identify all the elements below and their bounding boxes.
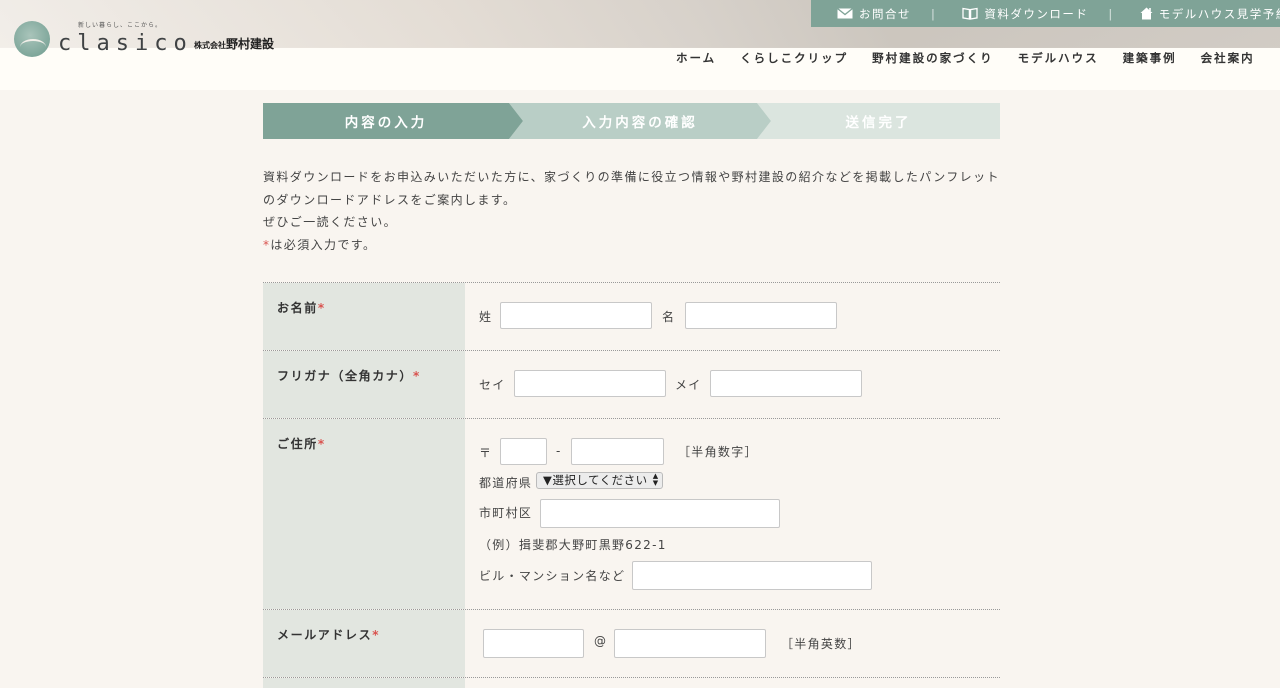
required-note: *は必須入力です。 (263, 234, 1003, 257)
email-at: @ (594, 634, 608, 648)
email-domain-input[interactable] (614, 629, 766, 658)
book-icon (962, 7, 979, 20)
form-steps: 内容の入力 入力内容の確認 送信完了 (263, 103, 1000, 139)
step-input: 内容の入力 (263, 103, 523, 139)
mei-kana-label: メイ (675, 378, 702, 392)
row-email: メールアドレス* @ ［半角英数］ (263, 609, 1000, 677)
sei-kana-label: セイ (479, 378, 506, 392)
nav-works[interactable]: 建築事例 (1123, 50, 1177, 66)
pref-select[interactable]: ▼選択してください ▲ ▼ (536, 472, 663, 489)
city-label: 市町村区 (479, 506, 533, 520)
model-house-link[interactable]: モデルハウス見学予約 (1114, 6, 1280, 22)
label-email: メールアドレス* (263, 610, 465, 677)
field-next (465, 678, 1000, 688)
email-note: ［半角英数］ (781, 637, 861, 651)
row-name: お名前* 姓 名 (263, 282, 1000, 350)
pref-label: 都道府県 (479, 476, 533, 490)
house-icon (1140, 7, 1153, 20)
intro-line-3: ぜひご一読ください。 (263, 215, 398, 229)
logo-text[interactable]: clasico (58, 31, 193, 56)
download-link[interactable]: 資料ダウンロード (936, 6, 1088, 22)
label-next (263, 678, 465, 688)
mail-icon (837, 8, 853, 19)
logo-tagline: 新しい暮らし、ここから。 (78, 22, 163, 29)
nav-company[interactable]: 会社案内 (1201, 50, 1255, 66)
download-form: お名前* 姓 名 フリガナ（全角カナ）* セイ メイ ご住所* 〒 - ［半角数… (263, 282, 1000, 688)
label-email-text: メールアドレス (277, 628, 373, 642)
building-label: ビル・マンション名など (479, 569, 626, 583)
field-kana: セイ メイ (465, 351, 1000, 418)
email-local-input[interactable] (483, 629, 584, 658)
top-link-separator: | (1108, 6, 1114, 21)
step-complete: 送信完了 (757, 103, 1000, 139)
required-mark: * (317, 437, 326, 451)
zip-second-input[interactable] (571, 438, 664, 465)
company-logo-name: 野村建設 (226, 37, 275, 51)
first-name-input[interactable] (685, 302, 837, 329)
sei-label: 姓 (479, 310, 493, 324)
row-kana: フリガナ（全角カナ）* セイ メイ (263, 350, 1000, 418)
address-example: （例）揖斐郡大野町黒野622-1 (479, 538, 667, 552)
required-mark: * (413, 369, 421, 383)
row-address: ご住所* 〒 - ［半角数字］ 都道府県 ▼選択してください ▲ ▼ 市町村区 （… (263, 418, 1000, 609)
label-name-text: お名前 (277, 301, 318, 315)
global-nav: ホーム くらしこクリップ 野村建設の家づくり モデルハウス 建築事例 会社案内 (676, 50, 1255, 66)
last-name-input[interactable] (500, 302, 652, 329)
field-address: 〒 - ［半角数字］ 都道府県 ▼選択してください ▲ ▼ 市町村区 （例）揖斐郡… (465, 419, 1000, 609)
intro-text: 資料ダウンロードをお申込みいただいた方に、家づくりの準備に役立つ情報や野村建設の… (263, 166, 1003, 256)
required-note-text: は必須入力です。 (270, 237, 377, 252)
required-mark: * (317, 301, 326, 315)
company-logo[interactable]: 株式会社野村建設 (194, 35, 274, 52)
first-name-kana-input[interactable] (710, 370, 862, 397)
nav-home[interactable]: ホーム (676, 50, 716, 66)
zip-prefix: 〒 (479, 446, 493, 460)
label-address-text: ご住所 (277, 437, 318, 451)
label-kana-text: フリガナ（全角カナ） (277, 369, 414, 383)
zip-note: ［半角数字］ (678, 445, 758, 459)
last-name-kana-input[interactable] (514, 370, 666, 397)
download-link-label: 資料ダウンロード (984, 6, 1089, 21)
label-name: お名前* (263, 283, 465, 350)
required-mark: * (372, 628, 381, 642)
select-arrows-icon: ▲ ▼ (652, 472, 659, 487)
mei-label: 名 (662, 310, 676, 324)
nav-kurashiko-clip[interactable]: くらしこクリップ (740, 50, 848, 66)
label-kana: フリガナ（全角カナ）* (263, 351, 465, 418)
contact-link[interactable]: お問合せ (811, 6, 911, 22)
field-name: 姓 名 (465, 283, 1000, 350)
zip-dash: - (556, 444, 562, 458)
nav-house-building[interactable]: 野村建設の家づくり (872, 50, 994, 66)
step-confirm: 入力内容の確認 (509, 103, 771, 139)
model-house-link-label: モデルハウス見学予約 (1158, 6, 1280, 21)
top-links: お問合せ | 資料ダウンロード | モデルハウス見学予約 (811, 0, 1280, 27)
top-link-separator: | (931, 6, 937, 21)
city-input[interactable] (540, 499, 780, 528)
clasico-logo-icon[interactable] (14, 21, 50, 57)
field-email: @ ［半角英数］ (465, 610, 1000, 677)
contact-link-label: お問合せ (859, 6, 911, 21)
intro-line-1: 資料ダウンロードをお申込みいただいた方に、家づくりの準備に役立つ情報や野村建設の… (263, 170, 1000, 184)
company-logo-prefix: 株式会社 (194, 41, 226, 50)
label-address: ご住所* (263, 419, 465, 609)
zip-first-input[interactable] (500, 438, 547, 465)
nav-model-house[interactable]: モデルハウス (1018, 50, 1099, 66)
building-input[interactable] (632, 561, 872, 590)
pref-select-value: ▼選択してください (543, 473, 648, 487)
intro-line-2: のダウンロードアドレスをご案内します。 (263, 192, 517, 207)
